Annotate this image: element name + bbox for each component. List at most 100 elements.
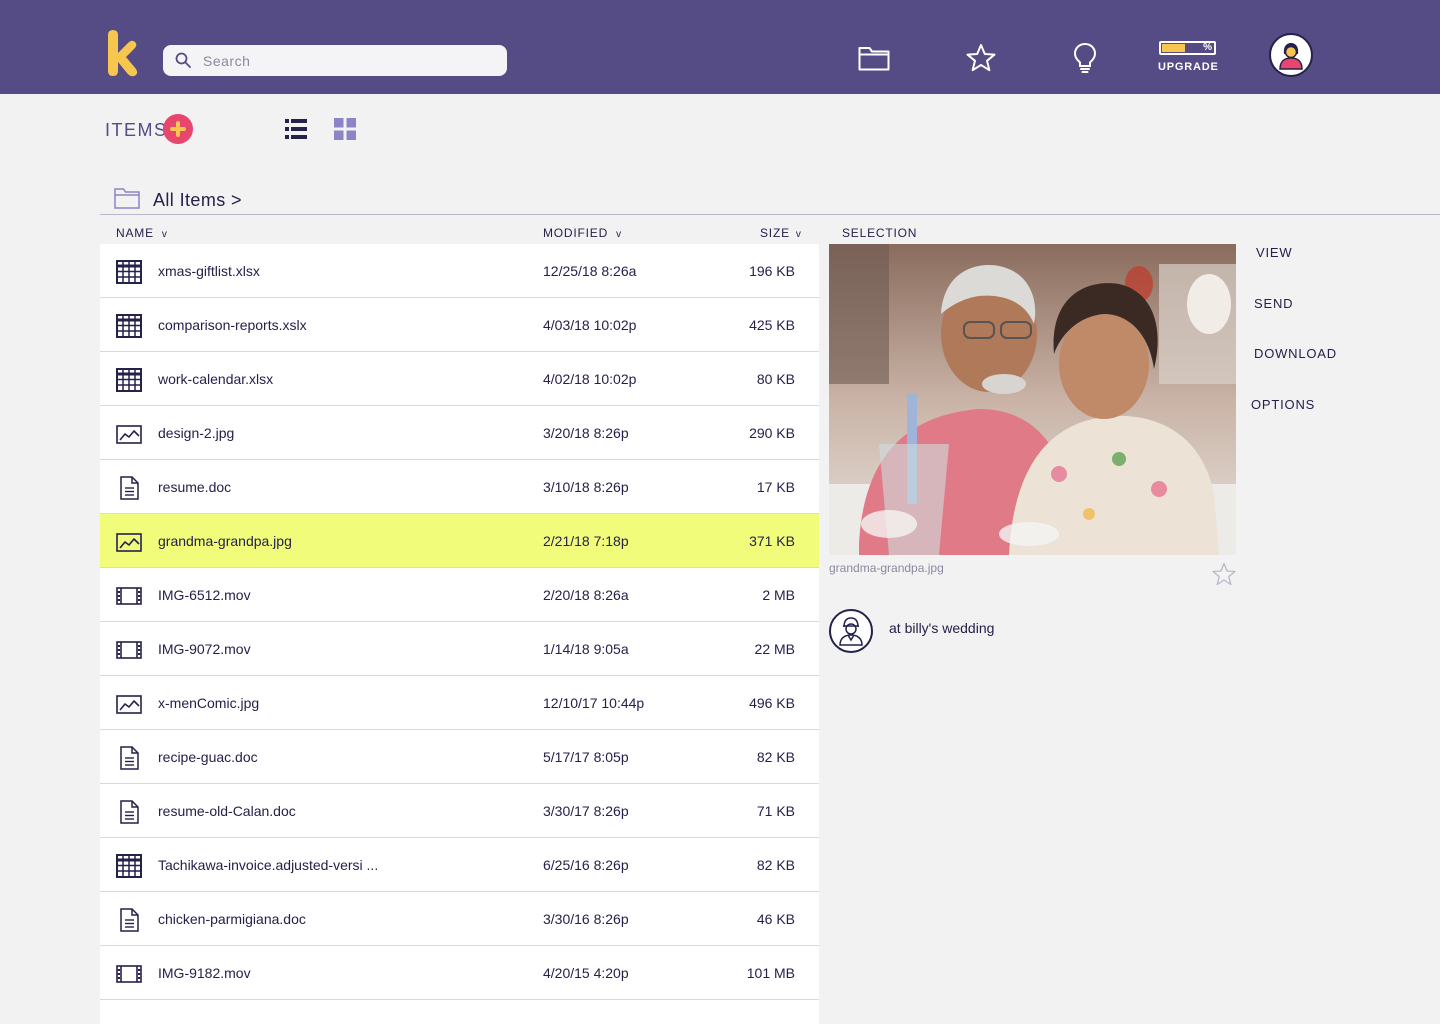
search-bar[interactable] bbox=[163, 45, 507, 76]
owner-avatar[interactable] bbox=[829, 609, 873, 653]
file-name: work-calendar.xlsx bbox=[158, 371, 274, 387]
folder-icon bbox=[114, 188, 140, 209]
column-header-size[interactable]: SIZE v bbox=[760, 226, 802, 240]
file-modified: 1/14/18 9:05a bbox=[543, 641, 629, 657]
file-size: 101 MB bbox=[746, 965, 795, 981]
file-size: 17 KB bbox=[756, 479, 795, 495]
user-icon bbox=[1279, 43, 1303, 70]
file-modified: 3/30/17 8:26p bbox=[543, 803, 629, 819]
chevron-down-icon: v bbox=[795, 229, 802, 240]
file-size: 80 KB bbox=[756, 371, 795, 387]
add-item-button[interactable] bbox=[163, 114, 193, 144]
folder-nav-button[interactable] bbox=[854, 38, 894, 78]
image-icon bbox=[116, 422, 142, 446]
file-name: grandma-grandpa.jpg bbox=[158, 533, 292, 549]
file-size: 290 KB bbox=[749, 425, 795, 441]
table-row[interactable]: x-menComic.jpg 12/10/17 10:44p 496 KB bbox=[100, 676, 819, 730]
file-modified: 3/10/18 8:26p bbox=[543, 479, 629, 495]
favorites-nav-button[interactable] bbox=[961, 38, 1001, 78]
document-icon bbox=[116, 800, 142, 824]
storage-meter: % bbox=[1159, 41, 1216, 55]
file-modified: 3/30/16 8:26p bbox=[543, 911, 629, 927]
send-action[interactable]: SEND bbox=[1254, 296, 1293, 311]
file-name: xmas-giftlist.xlsx bbox=[158, 263, 260, 279]
table-row[interactable]: resume-old-Calan.doc 3/30/17 8:26p 71 KB bbox=[100, 784, 819, 838]
table-row[interactable]: grandma-grandpa.jpg 2/21/18 7:18p 371 KB bbox=[100, 514, 819, 568]
star-icon bbox=[966, 44, 996, 72]
selected-image-preview[interactable] bbox=[829, 244, 1236, 555]
upgrade-button[interactable]: % UPGRADE bbox=[1158, 40, 1219, 76]
file-name: IMG-9072.mov bbox=[158, 641, 251, 657]
spreadsheet-icon bbox=[116, 260, 142, 284]
table-row[interactable]: IMG-9072.mov 1/14/18 9:05a 22 MB bbox=[100, 622, 819, 676]
file-modified: 6/25/16 8:26p bbox=[543, 857, 629, 873]
file-name: recipe-guac.doc bbox=[158, 749, 258, 765]
star-icon[interactable] bbox=[1212, 562, 1236, 586]
file-modified: 5/17/17 8:05p bbox=[543, 749, 629, 765]
file-name: x-menComic.jpg bbox=[158, 695, 260, 711]
column-header-name[interactable]: NAME v bbox=[116, 226, 168, 240]
file-note: at billy's wedding bbox=[889, 620, 995, 636]
table-row[interactable]: comparison-reports.xslx 4/03/18 10:02p 425… bbox=[100, 298, 819, 352]
table-row[interactable]: xmas-giftlist.xlsx 12/25/18 8:26a 196 KB bbox=[100, 244, 819, 298]
user-avatar[interactable] bbox=[1269, 33, 1313, 77]
table-row[interactable]: Tachikawa-invoice.adjusted-versi ... 6/25… bbox=[100, 838, 819, 892]
selected-file-caption: grandma-grandpa.jpg bbox=[829, 561, 944, 575]
view-action[interactable]: VIEW bbox=[1256, 245, 1292, 260]
file-size: 82 KB bbox=[756, 857, 795, 873]
file-modified: 3/20/18 8:26p bbox=[543, 425, 629, 441]
document-icon bbox=[116, 746, 142, 770]
selection-header: SELECTION bbox=[842, 226, 918, 240]
file-name: IMG-6512.mov bbox=[158, 587, 251, 603]
app-logo[interactable] bbox=[104, 29, 140, 77]
table-row[interactable]: design-2.jpg 3/20/18 8:26p 290 KB bbox=[100, 406, 819, 460]
file-size: 71 KB bbox=[756, 803, 795, 819]
file-size: 82 KB bbox=[756, 749, 795, 765]
chevron-down-icon: v bbox=[616, 229, 622, 240]
file-modified: 4/03/18 10:02p bbox=[543, 317, 637, 333]
image-icon bbox=[116, 692, 142, 716]
spreadsheet-icon bbox=[116, 314, 142, 338]
file-size: 22 MB bbox=[754, 641, 795, 657]
divider bbox=[100, 214, 1440, 215]
chevron-down-icon: v bbox=[161, 229, 168, 240]
download-action[interactable]: DOWNLOAD bbox=[1254, 346, 1337, 361]
file-name: design-2.jpg bbox=[158, 425, 235, 441]
items-title: ITEMS bbox=[105, 120, 168, 140]
file-modified: 2/20/18 8:26a bbox=[543, 587, 629, 603]
search-input[interactable] bbox=[203, 45, 493, 76]
options-action[interactable]: OPTIONS bbox=[1251, 397, 1315, 412]
list-view-icon[interactable] bbox=[285, 118, 307, 140]
file-modified: 12/25/18 8:26a bbox=[543, 263, 637, 279]
upgrade-label: UPGRADE bbox=[1158, 61, 1219, 73]
breadcrumb-all-items[interactable]: All Items > bbox=[153, 190, 242, 211]
column-header-modified[interactable]: MODIFIED v bbox=[543, 226, 622, 240]
ideas-nav-button[interactable] bbox=[1065, 38, 1105, 78]
file-size: 496 KB bbox=[749, 695, 795, 711]
file-name: IMG-9182.mov bbox=[158, 965, 251, 981]
grid-view-icon[interactable] bbox=[334, 118, 356, 140]
table-row[interactable]: IMG-9182.mov 4/20/15 4:20p 101 MB bbox=[100, 946, 819, 1000]
lightbulb-icon bbox=[1073, 42, 1097, 73]
file-name: comparison-reports.xslx bbox=[158, 317, 307, 333]
file-modified: 12/10/17 10:44p bbox=[543, 695, 645, 711]
table-row[interactable]: chicken-parmigiana.doc 3/30/16 8:26p 46 KB bbox=[100, 892, 819, 946]
spreadsheet-icon bbox=[116, 368, 142, 392]
table-row[interactable]: IMG-6512.mov 2/20/18 8:26a 2 MB bbox=[100, 568, 819, 622]
file-list: xmas-giftlist.xlsx 12/25/18 8:26a 196 KB co… bbox=[100, 244, 819, 1024]
table-row[interactable]: resume.doc 3/10/18 8:26p 17 KB bbox=[100, 460, 819, 514]
file-modified: 4/20/15 4:20p bbox=[543, 965, 629, 981]
file-size: 425 KB bbox=[749, 317, 795, 333]
file-size: 2 MB bbox=[762, 587, 795, 603]
file-size: 371 KB bbox=[749, 533, 795, 549]
file-name: resume.doc bbox=[158, 479, 232, 495]
image-icon bbox=[116, 530, 142, 554]
table-row[interactable]: recipe-guac.doc 5/17/17 8:05p 82 KB bbox=[100, 730, 819, 784]
file-name: resume-old-Calan.doc bbox=[158, 803, 296, 819]
table-row[interactable]: work-calendar.xlsx 4/02/18 10:02p 80 KB bbox=[100, 352, 819, 406]
file-size: 196 KB bbox=[749, 263, 795, 279]
folder-icon bbox=[858, 47, 890, 71]
spreadsheet-icon bbox=[116, 854, 142, 878]
video-icon bbox=[116, 584, 142, 608]
video-icon bbox=[116, 962, 142, 986]
